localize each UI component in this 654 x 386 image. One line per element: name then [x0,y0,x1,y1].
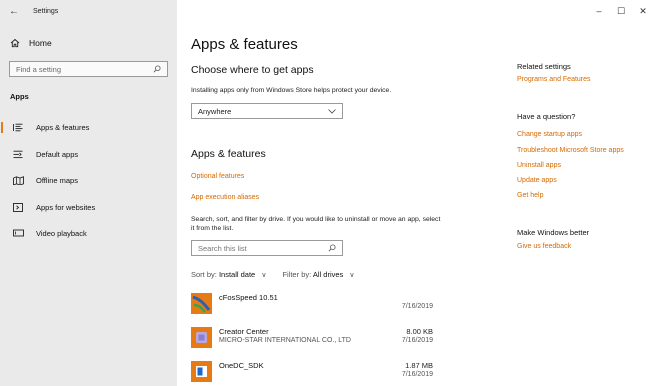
update-apps-link[interactable]: Update apps [517,177,557,184]
list-icon [10,123,26,132]
programs-and-features-link[interactable]: Programs and Features [517,76,591,83]
sort-value: Install date [218,270,256,279]
app-date: 7/16/2019 [401,303,433,310]
app-list-item[interactable]: Creator Center MICRO-STAR INTERNATIONAL … [191,325,435,355]
optional-features-link[interactable]: Optional features [191,173,244,180]
app-name: Creator Center [219,327,269,336]
title-bar: ← Settings [0,0,177,22]
search-icon[interactable] [153,65,161,73]
sort-by-control[interactable]: Sort by: Install date ∨ [191,270,266,279]
app-list-item[interactable]: cFosSpeed 10.51 7/16/2019 [191,291,435,321]
sidebar-item-offline-maps[interactable]: Offline maps [0,171,177,189]
app-name: OneDC_SDK [219,361,264,370]
choose-apps-heading: Choose where to get apps [191,64,314,76]
minimize-button[interactable]: – [588,6,610,16]
sidebar-item-apps-features[interactable]: Apps & features [0,118,177,136]
home-label: Home [29,38,52,48]
sidebar-item-apps-for-websites[interactable]: Apps for websites [0,198,177,216]
sidebar: ← Settings Home Apps Apps & features [0,0,177,386]
apps-features-heading: Apps & features [191,148,266,160]
close-button[interactable]: ✕ [632,6,654,17]
page-title: Apps & features [191,36,298,53]
have-a-question-heading: Have a question? [517,112,576,121]
filter-label: Filter by: [282,270,312,279]
search-list-input[interactable] [198,243,318,253]
sidebar-item-label: Apps for websites [36,202,96,212]
related-settings-heading: Related settings [517,62,571,71]
app-name: cFosSpeed 10.51 [219,293,278,302]
website-icon [10,202,26,212]
filter-value: All drives [312,270,344,279]
video-icon [10,229,26,237]
make-windows-better-heading: Make Windows better [517,228,590,237]
app-publisher: MICRO-STAR INTERNATIONAL CO., LTD [219,337,351,344]
sidebar-item-label: Apps & features [36,122,90,132]
find-setting-search-box[interactable] [9,61,168,77]
map-icon [10,175,26,185]
search-icon[interactable] [328,244,336,252]
home-icon [10,38,20,48]
sidebar-item-video-playback[interactable]: Video playback [0,224,177,242]
chevron-down-icon: ∨ [261,272,267,279]
sidebar-item-label: Offline maps [36,175,78,185]
window-controls: – ☐ ✕ [588,0,654,22]
install-description: Installing apps only from Windows Store … [191,87,392,94]
give-feedback-link[interactable]: Give us feedback [517,243,571,250]
sidebar-item-label: Default apps [36,149,79,159]
find-setting-input[interactable] [16,64,146,74]
troubleshoot-store-apps-link[interactable]: Troubleshoot Microsoft Store apps [517,147,624,154]
maximize-button[interactable]: ☐ [610,6,632,17]
chevron-down-icon: ∨ [349,272,355,279]
filter-description: Search, sort, and filter by drive. If yo… [191,216,441,232]
filter-by-control[interactable]: Filter by: All drives ∨ [282,270,354,279]
search-list-box[interactable] [191,240,343,256]
change-startup-apps-link[interactable]: Change startup apps [517,131,582,138]
chevron-down-icon [328,108,336,114]
app-execution-aliases-link[interactable]: App execution aliases [191,194,259,201]
app-size: 8.00 KB [406,327,433,336]
back-arrow-icon[interactable]: ← [9,6,19,17]
uninstall-apps-link[interactable]: Uninstall apps [517,162,561,169]
home-nav-item[interactable]: Home [10,38,52,48]
sort-filter-bar: Sort by: Install date ∨ Filter by: All d… [191,270,355,279]
app-size: 1.87 MB [405,361,433,370]
sort-label: Sort by: [191,270,217,279]
default-apps-icon [10,150,26,159]
get-help-link[interactable]: Get help [517,192,543,199]
window-title: Settings [33,7,59,15]
app-source-value: Anywhere [198,106,232,116]
creator-center-app-icon [191,327,212,348]
sidebar-item-default-apps[interactable]: Default apps [0,145,177,163]
app-date: 7/16/2019 [401,371,433,378]
cfosspeed-app-icon [191,293,212,314]
app-date: 7/16/2019 [401,337,433,344]
sidebar-section-apps: Apps [10,92,29,101]
onedc-sdk-app-icon [191,361,212,382]
app-source-dropdown[interactable]: Anywhere [191,103,343,119]
app-list-item[interactable]: OneDC_SDK 1.87 MB 7/16/2019 [191,359,435,386]
sidebar-item-label: Video playback [36,228,87,238]
